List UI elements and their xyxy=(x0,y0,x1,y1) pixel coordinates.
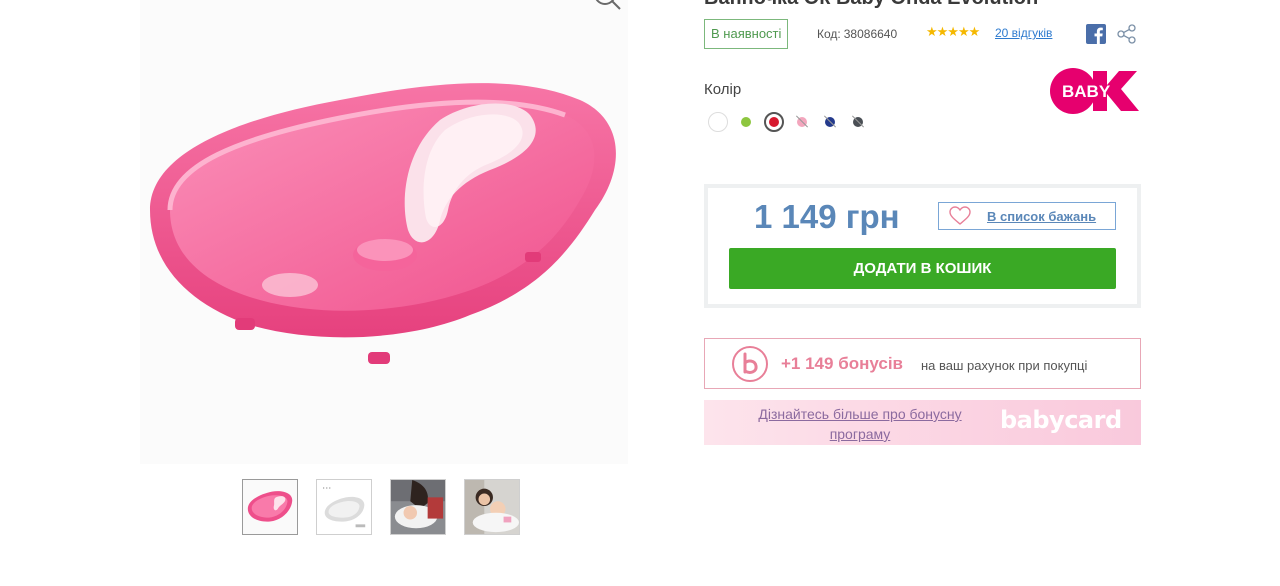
color-swatch-white[interactable] xyxy=(708,112,728,132)
bonus-program-link[interactable]: Дізнайтесь більше про бонусну програму xyxy=(734,404,986,444)
rating-stars-icon: ★★★★★ xyxy=(926,24,980,39)
product-code-label: Код: xyxy=(817,27,841,41)
brand-logo-text: BABY xyxy=(1062,82,1111,101)
stock-status-badge: В наявності xyxy=(704,19,789,49)
price-box: 1 149 грн В список бажань ДОДАТИ В КОШИК xyxy=(704,184,1141,308)
color-swatch-grey[interactable] xyxy=(848,112,868,132)
thumbnail-white-tub[interactable]: ▪ ▪ ▪ xyxy=(316,479,372,535)
color-swatches xyxy=(708,112,868,132)
product-code: Код: 38086640 xyxy=(817,27,897,41)
thumbnail-bathing-photo-1[interactable] xyxy=(390,479,446,535)
brand-logo-okbaby[interactable]: BABY xyxy=(1049,67,1141,115)
product-code-value: 38086640 xyxy=(843,27,898,41)
bonus-amount: +1 149 бонусів xyxy=(781,354,904,373)
product-main-image[interactable] xyxy=(140,60,628,390)
price: 1 149 грн xyxy=(754,198,900,235)
wishlist-label: В список бажань xyxy=(987,209,1097,224)
babycard-promo-banner: Дізнайтесь більше про бонусну програму b… xyxy=(704,400,1141,445)
thumbnail-pink-tub[interactable] xyxy=(242,479,298,535)
color-swatch-green[interactable] xyxy=(736,112,756,132)
color-swatch-red[interactable] xyxy=(764,112,784,132)
add-to-cart-button[interactable]: ДОДАТИ В КОШИК xyxy=(729,248,1116,289)
color-swatch-navy[interactable] xyxy=(820,112,840,132)
svg-text:▪ ▪ ▪: ▪ ▪ ▪ xyxy=(323,487,331,492)
zoom-in-icon[interactable] xyxy=(590,0,624,18)
product-title: Ванночка Ok Baby Onda Evolution xyxy=(704,0,1038,10)
bonus-b-icon xyxy=(732,346,768,382)
babycard-logo: babycard xyxy=(1000,406,1122,434)
bonus-box: +1 149 бонусів на ваш рахунок при покупц… xyxy=(704,338,1141,389)
color-swatch-pink[interactable] xyxy=(792,112,812,132)
share-icon[interactable] xyxy=(1117,24,1137,44)
product-page: ▪ ▪ ▪ В наявності Код: 38086640 ★★★★★ 20… xyxy=(0,0,1280,586)
heart-icon xyxy=(949,206,971,225)
reviews-link[interactable]: 20 відгуків xyxy=(995,26,1052,40)
bonus-description: на ваш рахунок при покупці xyxy=(921,358,1088,373)
add-to-wishlist-button[interactable]: В список бажань xyxy=(938,202,1116,230)
thumbnail-strip: ▪ ▪ ▪ xyxy=(242,479,520,535)
color-label: Колір xyxy=(704,81,742,98)
facebook-icon[interactable] xyxy=(1086,24,1106,44)
thumbnail-bathing-photo-2[interactable] xyxy=(464,479,520,535)
